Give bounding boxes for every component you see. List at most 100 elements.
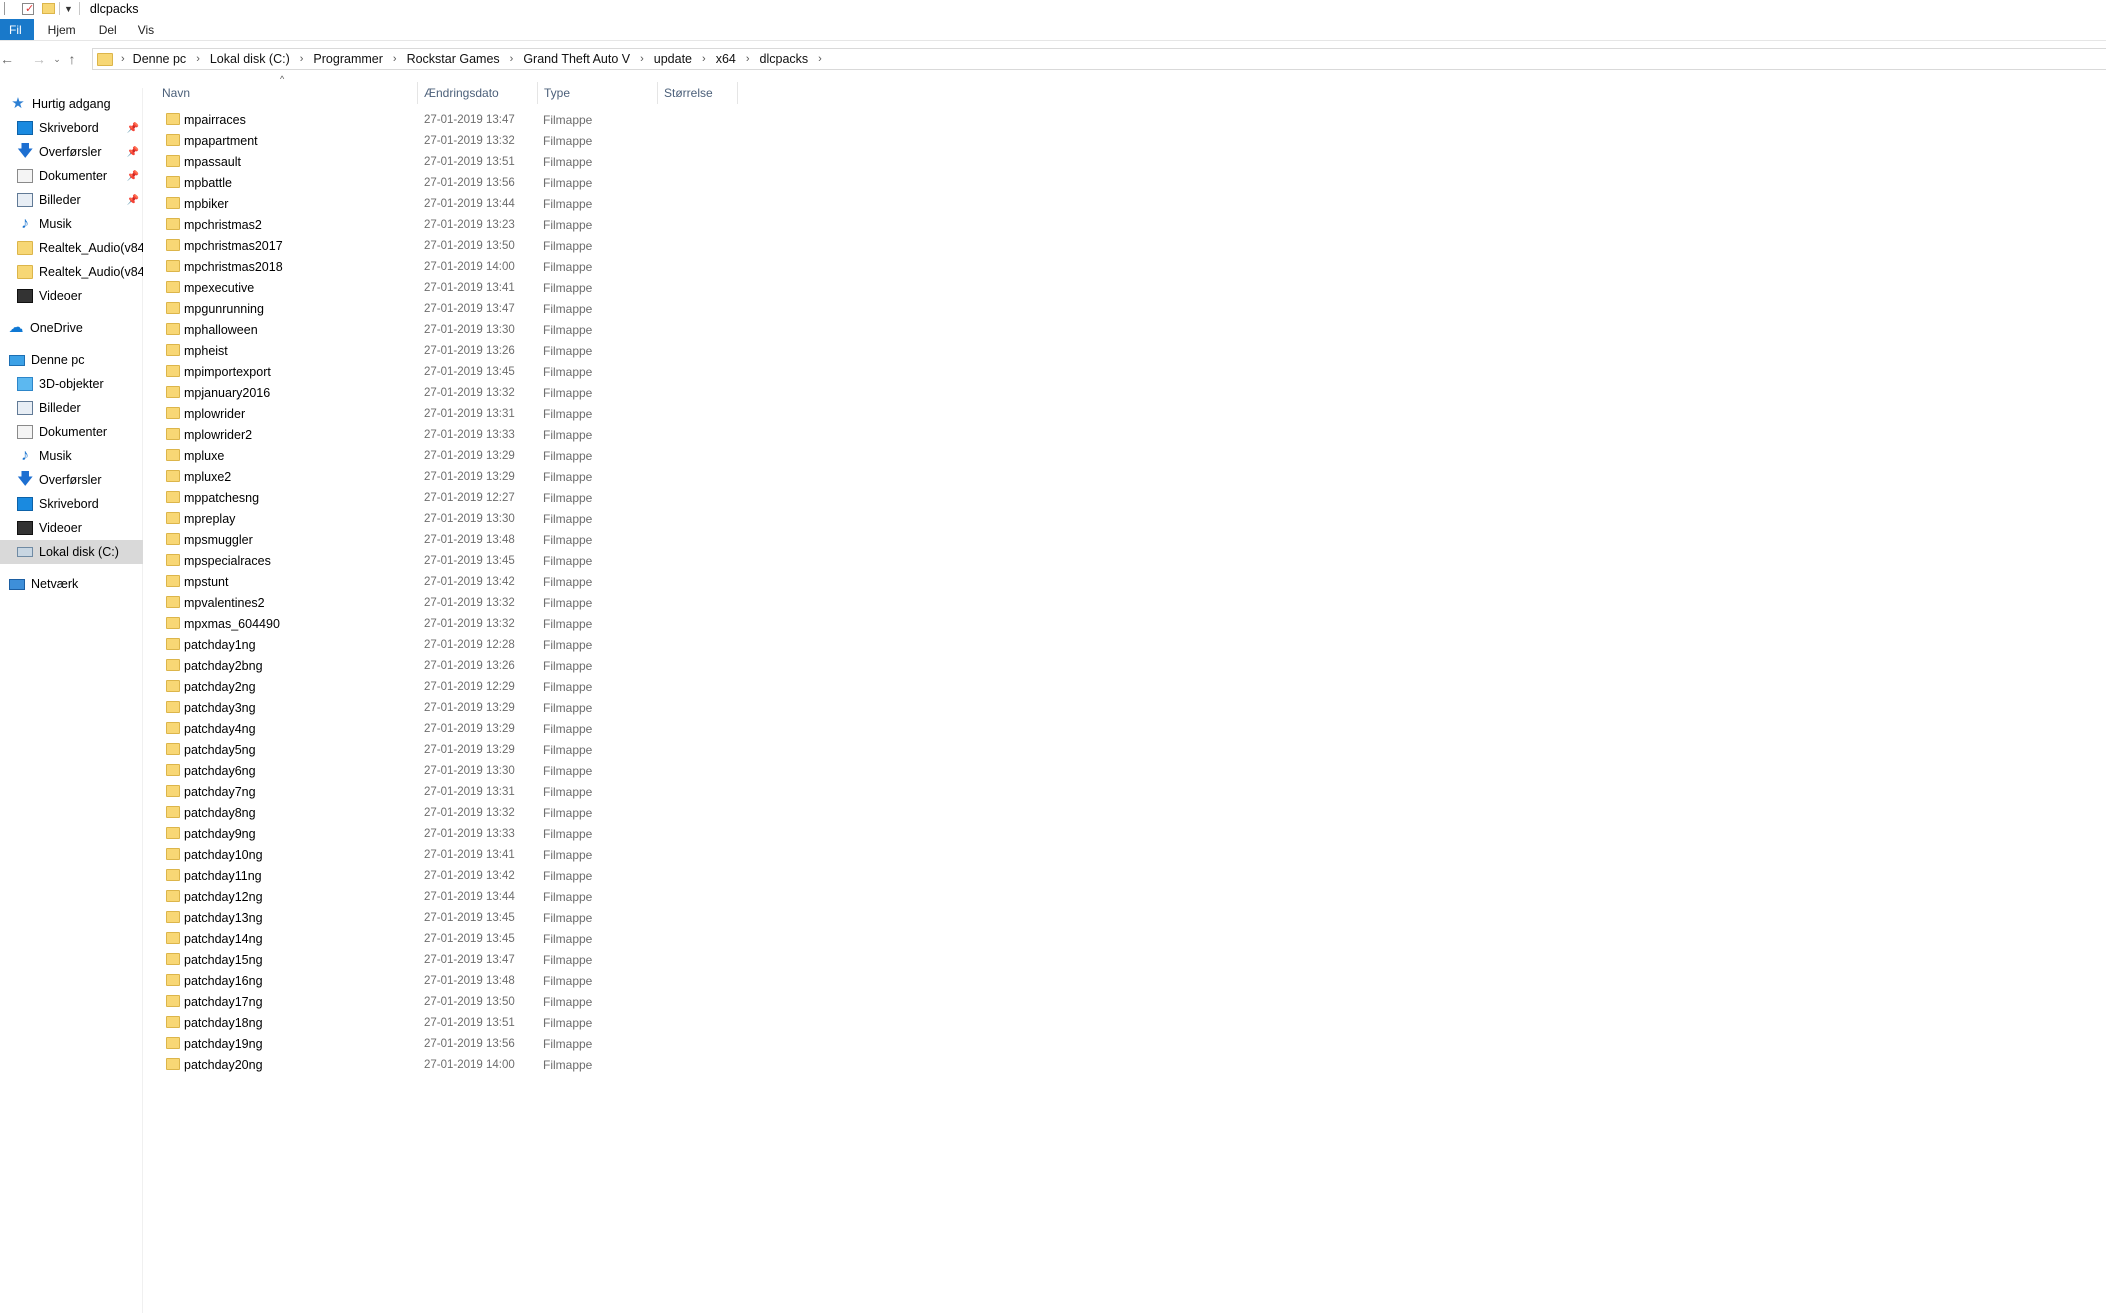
chevron-right-icon[interactable]: ›: [119, 53, 131, 65]
file-row[interactable]: mphalloween 27-01-2019 13:30 Filmappe: [144, 319, 844, 340]
sidebar-item-denne-pc[interactable]: Denne pc: [0, 348, 143, 372]
file-row[interactable]: mpluxe 27-01-2019 13:29 Filmappe: [144, 445, 844, 466]
breadcrumb-dlcpacks[interactable]: dlcpacks: [758, 52, 811, 66]
sidebar-item-pc-overforsler[interactable]: 🡇 Overførsler: [0, 468, 143, 492]
file-row[interactable]: patchday12ng 27-01-2019 13:44 Filmappe: [144, 886, 844, 907]
file-row[interactable]: patchday11ng 27-01-2019 13:42 Filmappe: [144, 865, 844, 886]
file-row[interactable]: mplowrider2 27-01-2019 13:33 Filmappe: [144, 424, 844, 445]
file-row[interactable]: mpapartment 27-01-2019 13:32 Filmappe: [144, 130, 844, 151]
file-row[interactable]: mpchristmas2017 27-01-2019 13:50 Filmappe: [144, 235, 844, 256]
chevron-right-icon[interactable]: ›: [385, 53, 405, 65]
address-bar[interactable]: › Denne pc › Lokal disk (C:) › Programme…: [92, 48, 2106, 70]
pin-icon[interactable]: 📌: [127, 147, 139, 158]
tab-fil[interactable]: Fil: [0, 19, 34, 40]
file-row[interactable]: patchday4ng 27-01-2019 13:29 Filmappe: [144, 718, 844, 739]
file-row[interactable]: patchday8ng 27-01-2019 13:32 Filmappe: [144, 802, 844, 823]
sidebar-item-pc-musik[interactable]: ♪ Musik: [0, 444, 143, 468]
forward-arrow-icon[interactable]: →: [28, 48, 50, 70]
column-header-date[interactable]: Ændringsdato: [418, 82, 538, 104]
file-row[interactable]: mpjanuary2016 27-01-2019 13:32 Filmappe: [144, 382, 844, 403]
file-row[interactable]: mpstunt 27-01-2019 13:42 Filmappe: [144, 571, 844, 592]
sidebar-item-netvaerk[interactable]: Netværk: [0, 572, 143, 596]
tab-del[interactable]: Del: [90, 19, 126, 40]
breadcrumb-denne-pc[interactable]: Denne pc: [131, 52, 189, 66]
file-row[interactable]: mpchristmas2018 27-01-2019 14:00 Filmappe: [144, 256, 844, 277]
file-row[interactable]: patchday10ng 27-01-2019 13:41 Filmappe: [144, 844, 844, 865]
new-folder-icon[interactable]: [42, 3, 55, 14]
file-row[interactable]: mppatchesng 27-01-2019 12:27 Filmappe: [144, 487, 844, 508]
properties-icon[interactable]: ✓: [22, 2, 34, 15]
file-row[interactable]: mpassault 27-01-2019 13:51 Filmappe: [144, 151, 844, 172]
file-row[interactable]: mpbattle 27-01-2019 13:56 Filmappe: [144, 172, 844, 193]
file-row[interactable]: mpxmas_604490 27-01-2019 13:32 Filmappe: [144, 613, 844, 634]
sidebar-item-pc-dokumenter[interactable]: Dokumenter: [0, 420, 143, 444]
sidebar-item-skrivebord[interactable]: Skrivebord 📌: [0, 116, 143, 140]
file-row[interactable]: patchday14ng 27-01-2019 13:45 Filmappe: [144, 928, 844, 949]
chevron-right-icon[interactable]: ›: [810, 53, 830, 65]
sidebar-item-realtek-1[interactable]: Realtek_Audio(v849: [0, 236, 143, 260]
breadcrumb-x64[interactable]: x64: [714, 52, 738, 66]
sidebar-item-billeder[interactable]: Billeder 📌: [0, 188, 143, 212]
file-row[interactable]: patchday7ng 27-01-2019 13:31 Filmappe: [144, 781, 844, 802]
file-row[interactable]: mpheist 27-01-2019 13:26 Filmappe: [144, 340, 844, 361]
file-row[interactable]: patchday13ng 27-01-2019 13:45 Filmappe: [144, 907, 844, 928]
breadcrumb-update[interactable]: update: [652, 52, 694, 66]
file-row[interactable]: patchday9ng 27-01-2019 13:33 Filmappe: [144, 823, 844, 844]
sidebar-item-pc-skrivebord[interactable]: Skrivebord: [0, 492, 143, 516]
breadcrumb-lokal-disk[interactable]: Lokal disk (C:): [208, 52, 292, 66]
sidebar-item-quick-access[interactable]: ★ Hurtig adgang: [0, 92, 143, 116]
up-arrow-icon[interactable]: ↑: [64, 48, 80, 70]
sidebar-item-realtek-2[interactable]: Realtek_Audio(v849: [0, 260, 143, 284]
file-row[interactable]: mpgunrunning 27-01-2019 13:47 Filmappe: [144, 298, 844, 319]
chevron-right-icon[interactable]: ›: [188, 53, 208, 65]
sidebar-item-videoer[interactable]: Videoer: [0, 284, 143, 308]
file-row[interactable]: patchday2bng 27-01-2019 13:26 Filmappe: [144, 655, 844, 676]
chevron-right-icon[interactable]: ›: [292, 53, 312, 65]
sidebar-item-dokumenter[interactable]: Dokumenter 📌: [0, 164, 143, 188]
file-row[interactable]: patchday1ng 27-01-2019 12:28 Filmappe: [144, 634, 844, 655]
file-row[interactable]: mpexecutive 27-01-2019 13:41 Filmappe: [144, 277, 844, 298]
pin-icon[interactable]: 📌: [127, 123, 139, 134]
file-row[interactable]: mpsmuggler 27-01-2019 13:48 Filmappe: [144, 529, 844, 550]
column-header-size[interactable]: Størrelse: [658, 82, 738, 104]
chevron-right-icon[interactable]: ›: [632, 53, 652, 65]
back-arrow-icon[interactable]: ←: [0, 48, 14, 70]
file-row[interactable]: patchday3ng 27-01-2019 13:29 Filmappe: [144, 697, 844, 718]
file-row[interactable]: mpchristmas2 27-01-2019 13:23 Filmappe: [144, 214, 844, 235]
breadcrumb-programmer[interactable]: Programmer: [311, 52, 384, 66]
file-row[interactable]: patchday6ng 27-01-2019 13:30 Filmappe: [144, 760, 844, 781]
chevron-right-icon[interactable]: ›: [694, 53, 714, 65]
file-row[interactable]: mpspecialraces 27-01-2019 13:45 Filmappe: [144, 550, 844, 571]
sidebar-item-3d-objekter[interactable]: 3D-objekter: [0, 372, 143, 396]
file-row[interactable]: mpbiker 27-01-2019 13:44 Filmappe: [144, 193, 844, 214]
breadcrumb-gta-v[interactable]: Grand Theft Auto V: [521, 52, 632, 66]
sidebar-item-pc-billeder[interactable]: Billeder: [0, 396, 143, 420]
tab-hjem[interactable]: Hjem: [34, 19, 90, 40]
sidebar-item-pc-videoer[interactable]: Videoer: [0, 516, 143, 540]
customize-quick-access-icon[interactable]: ▼: [64, 4, 73, 14]
file-row[interactable]: mpimportexport 27-01-2019 13:45 Filmappe: [144, 361, 844, 382]
recent-locations-chevron-icon[interactable]: ⌄: [50, 48, 64, 70]
column-header-name[interactable]: Navn: [144, 82, 418, 104]
tab-vis[interactable]: Vis: [126, 19, 166, 40]
column-header-type[interactable]: Type: [538, 82, 658, 104]
sidebar-item-lokal-disk[interactable]: Lokal disk (C:): [0, 540, 143, 564]
file-row[interactable]: patchday20ng 27-01-2019 14:00 Filmappe: [144, 1054, 844, 1075]
file-row[interactable]: mpvalentines2 27-01-2019 13:32 Filmappe: [144, 592, 844, 613]
sidebar-item-musik[interactable]: ♪ Musik: [0, 212, 143, 236]
file-row[interactable]: mpreplay 27-01-2019 13:30 Filmappe: [144, 508, 844, 529]
file-row[interactable]: patchday17ng 27-01-2019 13:50 Filmappe: [144, 991, 844, 1012]
sidebar-item-onedrive[interactable]: ☁ OneDrive: [0, 316, 143, 340]
sidebar-item-overforsler[interactable]: 🡇 Overførsler 📌: [0, 140, 143, 164]
pin-icon[interactable]: 📌: [127, 195, 139, 206]
file-row[interactable]: patchday18ng 27-01-2019 13:51 Filmappe: [144, 1012, 844, 1033]
file-row[interactable]: mplowrider 27-01-2019 13:31 Filmappe: [144, 403, 844, 424]
file-row[interactable]: mpairraces 27-01-2019 13:47 Filmappe: [144, 109, 844, 130]
chevron-right-icon[interactable]: ›: [738, 53, 758, 65]
pin-icon[interactable]: 📌: [127, 171, 139, 182]
file-row[interactable]: patchday19ng 27-01-2019 13:56 Filmappe: [144, 1033, 844, 1054]
file-row[interactable]: patchday5ng 27-01-2019 13:29 Filmappe: [144, 739, 844, 760]
file-row[interactable]: patchday16ng 27-01-2019 13:48 Filmappe: [144, 970, 844, 991]
breadcrumb-rockstar-games[interactable]: Rockstar Games: [405, 52, 502, 66]
file-row[interactable]: patchday15ng 27-01-2019 13:47 Filmappe: [144, 949, 844, 970]
